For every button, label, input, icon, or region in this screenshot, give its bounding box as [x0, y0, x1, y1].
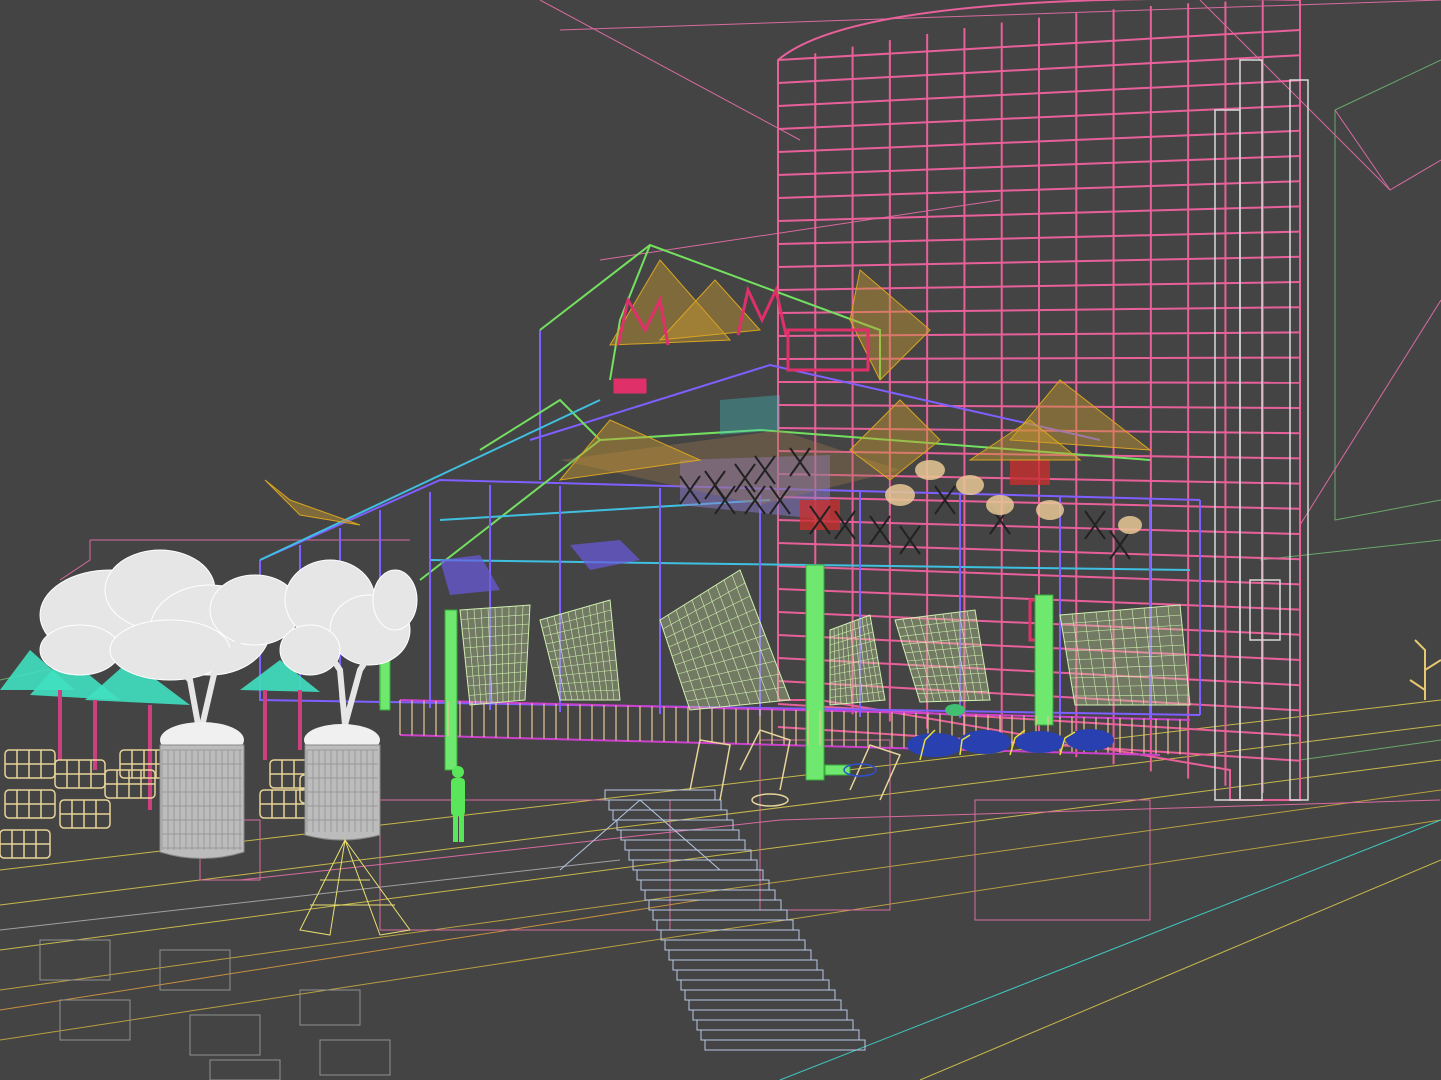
cargo-net [539, 599, 621, 701]
stair-step [692, 1009, 848, 1021]
cargo-net [459, 604, 531, 706]
stair-step [676, 969, 824, 981]
stair-step [684, 989, 836, 1001]
tower-floor-line [777, 381, 1301, 384]
floor-pads [39, 939, 391, 1080]
stair-step [632, 859, 758, 871]
cargo-net [659, 569, 791, 711]
stair-step [696, 1019, 854, 1031]
wireframe-scene[interactable] [0, 0, 1441, 1080]
stair-step [664, 939, 806, 951]
lounge-chair [4, 789, 56, 819]
cargo-net [1059, 604, 1191, 706]
stair-step [672, 959, 818, 971]
cargo-net [829, 614, 886, 706]
stair-step [636, 869, 764, 881]
tower-floor-line [777, 356, 1301, 360]
stair-step [700, 1029, 860, 1041]
planters [159, 722, 411, 936]
stair-step [628, 849, 752, 861]
lounge-chair [59, 799, 111, 829]
lounge-chair [104, 769, 156, 799]
stair-step [704, 1039, 866, 1051]
stair-step [688, 999, 842, 1011]
viewport-3d[interactable] [0, 0, 1441, 1080]
stair-step [604, 789, 716, 801]
stair-step [656, 919, 794, 931]
stair-step [640, 879, 770, 891]
stair-step [608, 799, 722, 811]
lounge-chair [54, 759, 106, 789]
human-figure [451, 766, 465, 842]
stair-step [616, 819, 734, 831]
stair-step [652, 909, 788, 921]
stair-step [668, 949, 812, 961]
lounge-chair [0, 829, 51, 859]
lounge-chair [4, 749, 56, 779]
stair-step [624, 839, 746, 851]
stair-step [660, 929, 800, 941]
lounge-chair [259, 789, 311, 819]
stair-step [680, 979, 830, 991]
